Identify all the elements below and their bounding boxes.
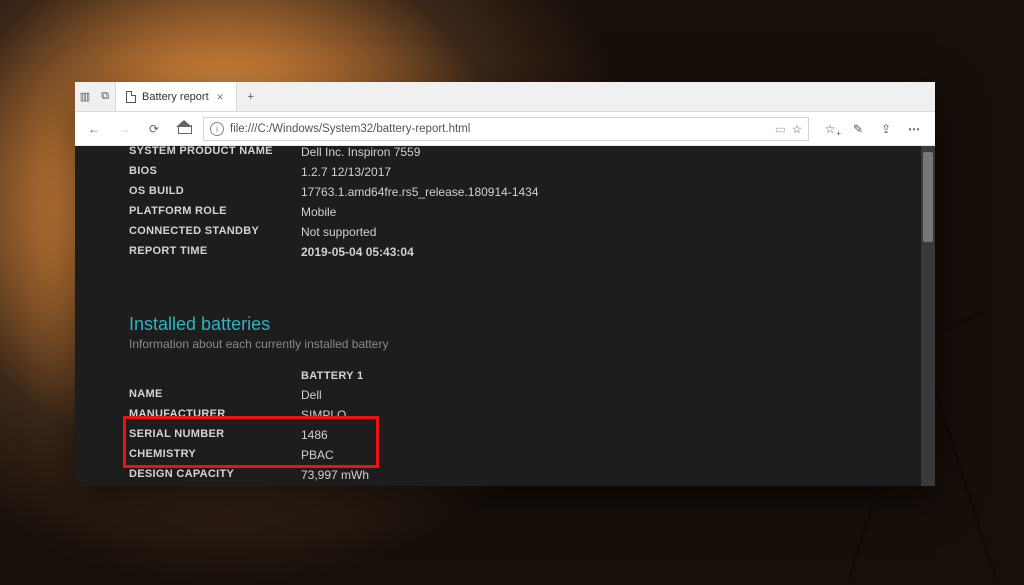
share-icon[interactable]: ⇪	[877, 122, 895, 136]
toolbar: ← → ⟳ i file:///C:/Windows/System32/batt…	[75, 112, 935, 146]
favorite-icon[interactable]	[792, 122, 802, 136]
notes-icon[interactable]: ✎	[849, 122, 867, 136]
system-info-table: SYSTEM PRODUCT NAME Dell Inc. Inspiron 7…	[129, 146, 539, 262]
new-tab-button[interactable]: +	[237, 82, 265, 111]
row-name: NAME Dell	[129, 385, 489, 405]
row-full-charge-capacity: FULL CHARGE CAPACITY 63,418 mWh	[129, 485, 489, 486]
installed-batteries-heading: Installed batteries	[129, 314, 881, 335]
installed-batteries-subtitle: Information about each currently install…	[129, 337, 881, 351]
row-connected-standby: CONNECTED STANDBY Not supported	[129, 222, 539, 242]
tab-title: Battery report	[142, 91, 209, 103]
row-platform-role: PLATFORM ROLE Mobile	[129, 202, 539, 222]
row-product-name: SYSTEM PRODUCT NAME Dell Inc. Inspiron 7…	[129, 146, 539, 162]
label: SYSTEM PRODUCT NAME	[129, 146, 289, 162]
battery-table: BATTERY 1 NAME Dell MANUFACTURER SIMPLO …	[129, 367, 489, 486]
site-info-icon[interactable]: i	[210, 122, 224, 136]
more-icon[interactable]	[905, 122, 923, 136]
close-tab-icon[interactable]: ×	[215, 90, 226, 104]
row-chemistry: CHEMISTRY PBAC	[129, 445, 489, 465]
row-manufacturer: MANUFACTURER SIMPLO	[129, 405, 489, 425]
toolbar-actions: ✎ ⇪	[817, 122, 927, 136]
tabs-preview-icon[interactable]: ⧉	[95, 82, 115, 111]
row-serial: SERIAL NUMBER 1486	[129, 425, 489, 445]
set-aside-tabs-icon[interactable]: ▥	[75, 82, 95, 111]
row-report-time: REPORT TIME 2019-05-04 05:43:04	[129, 242, 539, 262]
battery-column-header: BATTERY 1	[289, 367, 489, 385]
home-button[interactable]	[173, 120, 195, 137]
page-content: SYSTEM PRODUCT NAME Dell Inc. Inspiron 7…	[75, 146, 935, 486]
forward-button: →	[113, 122, 135, 136]
reading-view-icon[interactable]: ▭	[775, 122, 786, 136]
address-bar[interactable]: i file:///C:/Windows/System32/battery-re…	[203, 117, 809, 141]
favorites-bar-icon[interactable]	[821, 122, 839, 136]
document-icon	[126, 91, 136, 103]
tab-battery-report[interactable]: Battery report ×	[115, 82, 237, 111]
refresh-button[interactable]: ⟳	[143, 122, 165, 136]
battery-header-row: BATTERY 1	[129, 367, 489, 385]
back-button[interactable]: ←	[83, 122, 105, 136]
value: Dell Inc. Inspiron 7559	[289, 146, 539, 162]
tab-strip: ▥ ⧉ Battery report × +	[75, 82, 935, 112]
url-text: file:///C:/Windows/System32/battery-repo…	[230, 123, 769, 135]
scrollbar-thumb[interactable]	[923, 152, 933, 242]
vertical-scrollbar[interactable]	[921, 146, 935, 486]
browser-window: ▥ ⧉ Battery report × + ← → ⟳ i file:///C…	[75, 82, 935, 486]
row-os-build: OS BUILD 17763.1.amd64fre.rs5_release.18…	[129, 182, 539, 202]
row-design-capacity: DESIGN CAPACITY 73,997 mWh	[129, 465, 489, 485]
row-bios: BIOS 1.2.7 12/13/2017	[129, 162, 539, 182]
